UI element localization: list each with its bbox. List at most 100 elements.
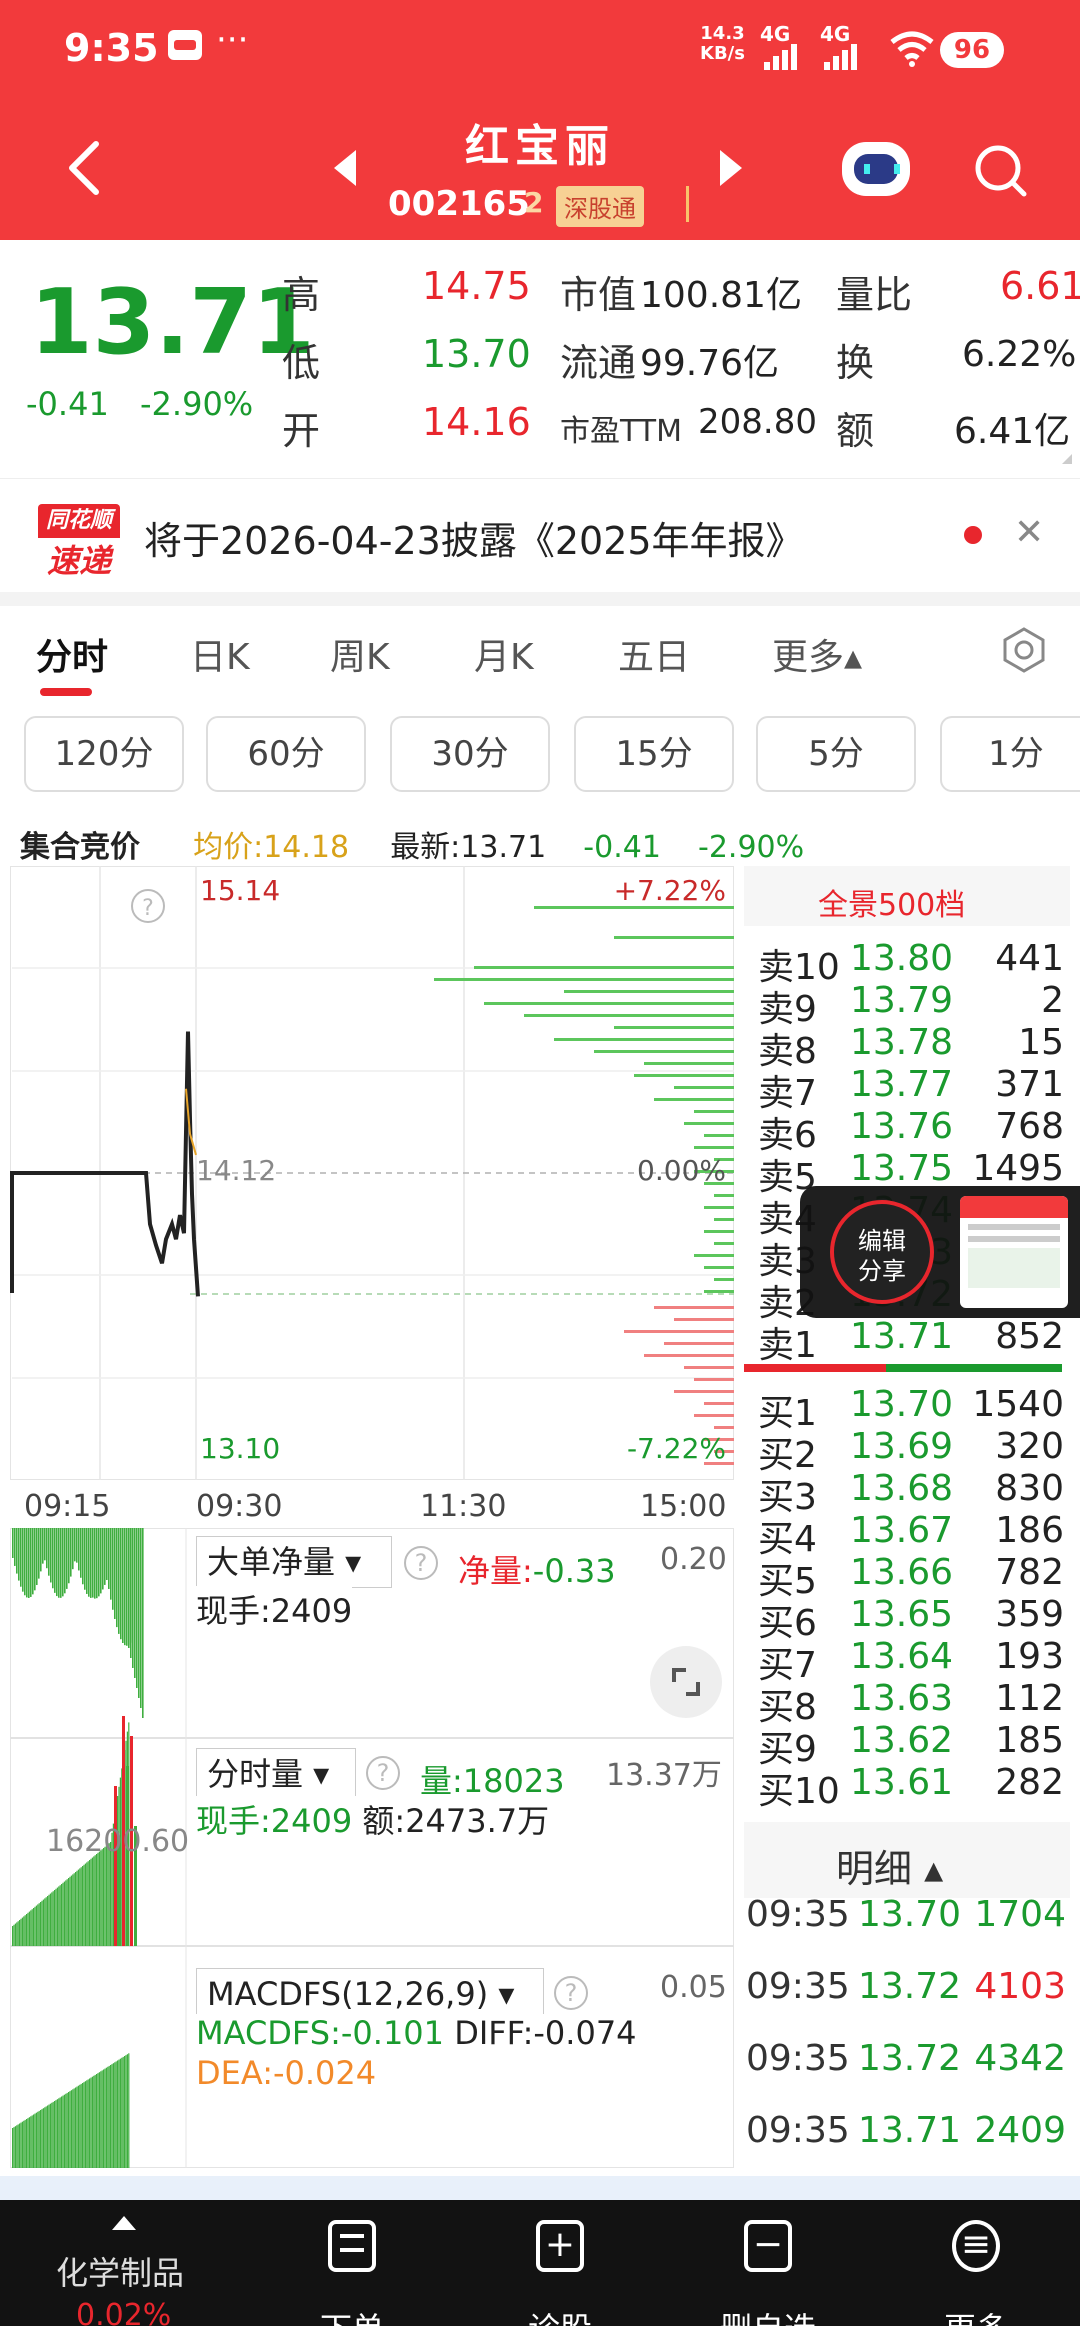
volume-profile-bar	[704, 1266, 734, 1269]
intraday-info-line: 集合竞价 均价:14.18 最新:13.71 -0.41 -2.90%	[20, 822, 804, 866]
tab-day-k[interactable]: 日K	[190, 628, 250, 680]
macd-bar	[93, 2075, 95, 2168]
time-0930: 09:30	[196, 1489, 282, 1524]
search-icon[interactable]	[972, 142, 1028, 198]
macd-bar	[91, 2076, 93, 2168]
orderbook-title[interactable]: 全景500档	[818, 880, 965, 924]
volume-profile-bar	[594, 1050, 734, 1053]
orderbook-row[interactable]: 卖5 13.75 1495	[758, 1148, 1068, 1198]
big-order-bar	[136, 1528, 138, 1688]
screenshot-thumbnail[interactable]	[960, 1196, 1068, 1308]
orderbook-row[interactable]: 卖8 13.78 15	[758, 1022, 1068, 1072]
svg-text:?: ?	[142, 896, 154, 921]
volume-bar	[38, 1903, 40, 1946]
big-order-bar	[80, 1528, 82, 1578]
volume-bar	[56, 1887, 58, 1946]
volume-bar	[40, 1902, 42, 1946]
macd-selector[interactable]: MACDFS(12,26,9) ▾	[196, 1968, 544, 2020]
tab-more[interactable]: 更多▴	[772, 628, 862, 680]
orderbook-row[interactable]: 买3 13.68 830	[758, 1468, 1068, 1518]
macd-bar	[45, 2106, 47, 2168]
edit-share-button[interactable]: 编辑 分享	[830, 1200, 934, 1304]
big-order-selector[interactable]: 大单净量 ▾	[196, 1536, 392, 1588]
orderbook-row[interactable]: 卖6 13.76 768	[758, 1106, 1068, 1156]
chart-settings-icon[interactable]	[1000, 626, 1048, 674]
period-button[interactable]: 60分	[206, 716, 366, 792]
bid-ratio-bar	[886, 1364, 1062, 1372]
volume-selector[interactable]: 分时量 ▾	[196, 1748, 356, 1800]
notice-text[interactable]: 将于2026-04-23披露《2025年年报》	[144, 510, 804, 565]
orderbook-row[interactable]: 买2 13.69 320	[758, 1426, 1068, 1476]
big-order-bar	[106, 1528, 108, 1580]
big-order-bar	[22, 1528, 24, 1592]
close-icon[interactable]: ✕	[1014, 512, 1044, 553]
volume-bar	[90, 1858, 92, 1946]
macd-bar	[24, 2119, 26, 2168]
help-icon[interactable]: ?	[366, 1756, 400, 1790]
big-order-bar	[130, 1528, 132, 1658]
orderbook-row[interactable]: 买6 13.65 359	[758, 1594, 1068, 1644]
help-icon[interactable]: ?	[404, 1546, 438, 1580]
volume-bar	[94, 1855, 96, 1946]
volume-profile-bar	[674, 1086, 734, 1089]
prev-stock-button[interactable]	[334, 150, 356, 186]
macd-bar	[126, 2054, 128, 2168]
big-order-bar	[44, 1528, 46, 1561]
orderbook-row[interactable]: 卖9 13.79 2	[758, 980, 1068, 1030]
volume-bar	[80, 1867, 82, 1946]
big-order-bar	[26, 1528, 28, 1598]
big-order-bar	[124, 1528, 126, 1646]
robot-assistant-icon[interactable]	[842, 142, 910, 196]
period-button[interactable]: 120分	[24, 716, 184, 792]
expand-corner-icon[interactable]	[1062, 454, 1072, 464]
orderbook-row[interactable]: 买10 13.61 282	[758, 1762, 1068, 1812]
chart-bot-pct: -7.22%	[627, 1432, 726, 1465]
next-stock-button[interactable]	[720, 150, 742, 186]
big-order-bar	[126, 1528, 128, 1646]
period-button[interactable]: 15分	[574, 716, 734, 792]
orderbook-row[interactable]: 卖10 13.80 441	[758, 938, 1068, 988]
detail-title[interactable]: 明细 ▴	[836, 1838, 943, 1893]
macd-bar	[122, 2056, 124, 2168]
tab-five-day[interactable]: 五日	[618, 628, 690, 680]
macd-bar	[52, 2101, 54, 2168]
volume-profile-bar	[484, 1002, 734, 1005]
volume-bar	[37, 1904, 39, 1946]
orderbook-row[interactable]: 卖7 13.77 371	[758, 1064, 1068, 1114]
volume-profile-bar	[714, 1194, 734, 1197]
status-time: 9:35	[64, 26, 159, 70]
orderbook-row[interactable]: 买7 13.64 193	[758, 1636, 1068, 1686]
period-button[interactable]: 5分	[756, 716, 916, 792]
macd-bar	[16, 2125, 18, 2168]
orderbook-row[interactable]: 卖1 13.71 852	[758, 1316, 1068, 1366]
back-button[interactable]	[64, 138, 104, 198]
orderbook-row[interactable]: 买1 13.70 1540	[758, 1384, 1068, 1434]
tab-month-k[interactable]: 月K	[474, 628, 534, 680]
header-bar: 9:35 ··· 14.3 KB/s 4G 4G 96 红宝丽 002165 2 …	[0, 0, 1080, 240]
sector-name[interactable]: 化学制品	[56, 2248, 184, 2294]
signal-4g-1: 4G	[760, 22, 791, 46]
sector-pct: 0.02%	[76, 2298, 172, 2333]
order-icon	[328, 2220, 376, 2272]
volume-bar	[63, 1881, 65, 1946]
intraday-price-chart[interactable]: 15.14 +7.22% 14.12 0.00% 13.10 -7.22% ? …	[0, 866, 744, 1546]
big-order-bar	[112, 1528, 114, 1610]
tab-week-k[interactable]: 周K	[330, 628, 390, 680]
period-button[interactable]: 1分	[940, 716, 1080, 792]
big-order-bar	[30, 1528, 32, 1597]
help-icon[interactable]: ?	[554, 1976, 588, 2010]
period-button[interactable]: 30分	[390, 716, 550, 792]
volume-profile-bar	[694, 1378, 734, 1381]
macd-bar	[107, 2066, 109, 2168]
macd-bar	[68, 2092, 70, 2168]
volume-profile-bar	[704, 1230, 734, 1233]
orderbook-row[interactable]: 买4 13.67 186	[758, 1510, 1068, 1560]
tab-fenshi[interactable]: 分时	[36, 628, 108, 680]
orderbook-row[interactable]: 买9 13.62 185	[758, 1720, 1068, 1770]
orderbook-row[interactable]: 买5 13.66 782	[758, 1552, 1068, 1602]
fullscreen-button[interactable]	[650, 1646, 722, 1718]
volratio-value: 6.61	[1000, 264, 1080, 308]
volume-bar	[12, 1926, 14, 1946]
orderbook-row[interactable]: 买8 13.63 112	[758, 1678, 1068, 1728]
macd-bar	[42, 2108, 44, 2168]
